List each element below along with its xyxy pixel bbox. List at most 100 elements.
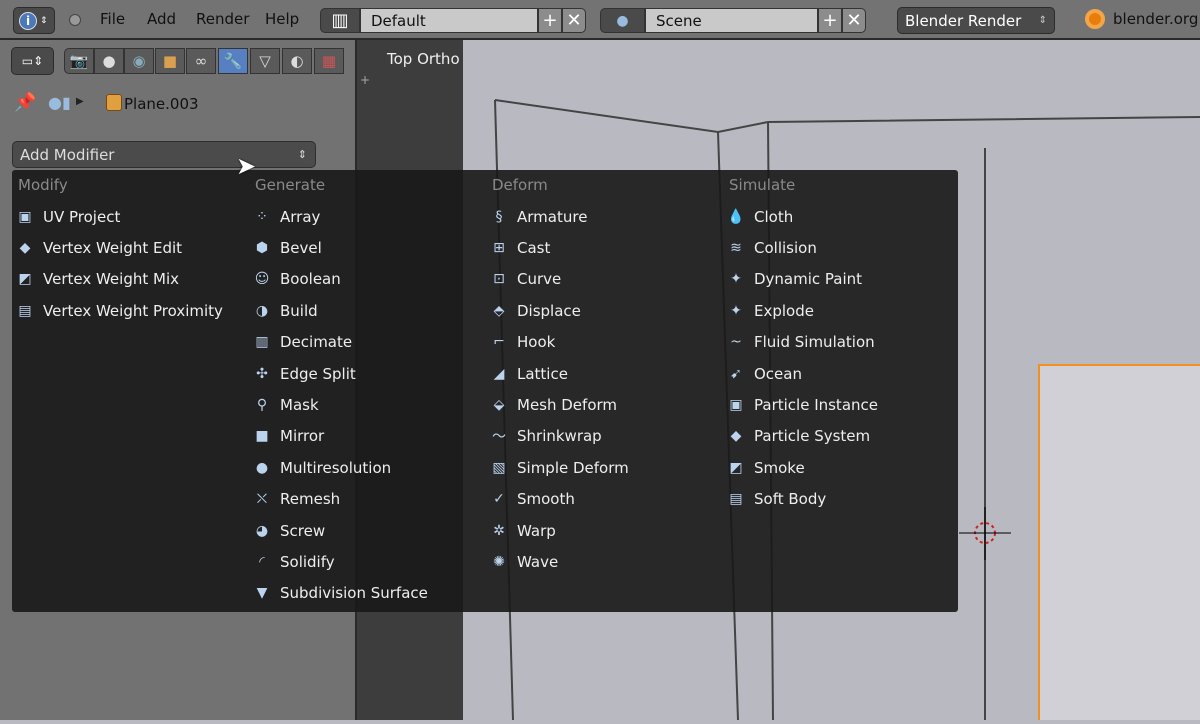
render-engine-select[interactable]: Blender Render ⇕ [897,7,1055,34]
menu-item-remesh[interactable]: ⛌ Remesh [249,484,428,515]
menu-item-label: UV Project [43,207,121,226]
cast-icon: ⊞ [493,240,505,257]
data-tab-icon[interactable]: ▽ [250,48,280,74]
boolean-icon: ☺ [254,271,270,288]
menu-item-warp[interactable]: ✲ Warp [486,515,629,546]
world-tab-icon[interactable]: ◉ [124,48,154,74]
menu-item-label: Edge Split [280,364,356,383]
fluid-simulation-icon: ~ [730,334,742,351]
menu-item-uv-project[interactable]: ▣ UV Project [12,201,223,232]
expand-plus-icon[interactable]: + [360,73,370,87]
render-tab-icon[interactable]: 📷 [64,48,94,74]
remove-scene-button[interactable]: ✕ [842,8,866,33]
vertex-weight-mix-icon: ◩ [18,271,32,288]
vertex-weight-proximity-icon: ▤ [18,302,32,319]
cube-icon [106,94,122,111]
menu-item-bevel[interactable]: ⬢ Bevel [249,232,428,263]
menu-item-smooth[interactable]: ✓ Smooth [486,484,629,515]
menu-item-decimate[interactable]: ▥ Decimate [249,327,428,358]
updown-icon: ⇕ [297,148,307,161]
menu-item-label: Build [280,301,318,320]
menu-item-cast[interactable]: ⊞ Cast [486,232,629,263]
menu-item-mask[interactable]: ⚲ Mask [249,389,428,420]
scene-field[interactable]: Scene [645,8,818,33]
pin-icon[interactable]: 📌 [14,92,36,113]
scene-tab-icon[interactable]: ● [94,48,124,74]
menu-item-fluid-simulation[interactable]: ~ Fluid Simulation [723,327,878,358]
menu-item-label: Smooth [517,490,575,509]
menu-help[interactable]: Help [265,10,299,28]
menu-item-curve[interactable]: ⊡ Curve [486,264,629,295]
layout-field[interactable]: Default [360,8,538,33]
menu-item-mirror[interactable]: ■ Mirror [249,421,428,452]
menu-item-label: Particle Instance [754,396,878,415]
layout-icon[interactable]: ▥ [320,8,360,33]
menu-item-build[interactable]: ◑ Build [249,295,428,326]
menu-item-vertex-weight-mix[interactable]: ◩ Vertex Weight Mix [12,264,223,295]
menu-item-armature[interactable]: § Armature [486,201,629,232]
menu-item-vertex-weight-edit[interactable]: ◆ Vertex Weight Edit [12,232,223,263]
smoke-icon: ◩ [729,459,743,476]
menu-add[interactable]: Add [147,10,176,28]
menu-item-wave[interactable]: ✺ Wave [486,546,629,577]
menu-item-soft-body[interactable]: ▤ Soft Body [723,484,878,515]
menu-render[interactable]: Render [196,10,249,28]
menu-item-mesh-deform[interactable]: ⬙ Mesh Deform [486,389,629,420]
add-layout-button[interactable]: + [538,8,562,33]
lattice-icon: ◢ [493,365,505,382]
editor-type-info-button[interactable]: i ⇕ [13,7,55,34]
menu-item-edge-split[interactable]: ✣ Edge Split [249,358,428,389]
add-modifier-dropdown[interactable]: Add Modifier ⇕ [12,141,316,168]
menu-item-label: Mesh Deform [517,396,618,415]
menu-item-particle-instance[interactable]: ▣ Particle Instance [723,389,878,420]
solidify-icon: ◜ [259,553,265,570]
texture-tab-icon[interactable]: ▦ [314,48,344,74]
warp-icon: ✲ [493,522,505,539]
menu-item-hook[interactable]: ⌐ Hook [486,327,629,358]
menu-item-lattice[interactable]: ◢ Lattice [486,358,629,389]
menu-item-label: Array [280,207,321,226]
object-tab-icon[interactable]: ■ [155,48,185,74]
scene-icon[interactable]: ● [600,8,645,33]
menu-file[interactable]: File [100,10,125,28]
menu-item-solidify[interactable]: ◜ Solidify [249,546,428,577]
menu-item-cloth[interactable]: 💧 Cloth [723,201,878,232]
menu-item-shrinkwrap[interactable]: 〜 Shrinkwrap [486,421,629,452]
collapse-icon[interactable] [69,14,81,26]
menu-item-boolean[interactable]: ☺ Boolean [249,264,428,295]
menu-item-array[interactable]: ⁘ Array [249,201,428,232]
updown-icon: ⇕ [1038,15,1047,26]
menu-item-label: Curve [517,270,562,289]
menu-item-collision[interactable]: ≋ Collision [723,232,878,263]
menu-item-label: Soft Body [754,490,827,509]
menu-item-label: Multiresolution [280,458,392,477]
menu-item-simple-deform[interactable]: ▧ Simple Deform [486,452,629,483]
cloth-icon: 💧 [727,208,745,225]
menu-item-particle-system[interactable]: ◆ Particle System [723,421,878,452]
menu-item-multiresolution[interactable]: ● Multiresolution [249,452,428,483]
menu-item-displace[interactable]: ⬘ Displace [486,295,629,326]
menu-item-label: Shrinkwrap [517,427,602,446]
menu-item-ocean[interactable]: ➹ Ocean [723,358,878,389]
modifiers-tab-icon[interactable]: 🔧 [218,48,248,74]
material-tab-icon[interactable]: ◐ [282,48,312,74]
column-header: Generate [255,176,326,194]
menu-item-vertex-weight-proximity[interactable]: ▤ Vertex Weight Proximity [12,295,223,326]
editor-type-properties-button[interactable]: ▭⇕ [11,47,54,75]
multiresolution-icon: ● [255,459,269,476]
add-scene-button[interactable]: + [818,8,842,33]
menu-item-label: Vertex Weight Proximity [43,301,223,320]
mirror-icon: ■ [255,428,269,445]
constraints-tab-icon[interactable]: ∞ [186,48,216,74]
particle-system-icon: ◆ [730,428,742,445]
menu-column-simulate: Simulate 💧 Cloth ≋ Collision ✦ Dynamic Paint ✦ E… [723,170,878,515]
screw-icon: ◕ [255,522,269,539]
menu-item-smoke[interactable]: ◩ Smoke [723,452,878,483]
menu-item-subdivision-surface[interactable]: ▼ Subdivision Surface [249,578,428,609]
menu-item-label: Simple Deform [517,458,629,477]
particle-instance-icon: ▣ [729,397,743,414]
remove-layout-button[interactable]: ✕ [562,8,586,33]
menu-item-screw[interactable]: ◕ Screw [249,515,428,546]
menu-item-explode[interactable]: ✦ Explode [723,295,878,326]
menu-item-dynamic-paint[interactable]: ✦ Dynamic Paint [723,264,878,295]
